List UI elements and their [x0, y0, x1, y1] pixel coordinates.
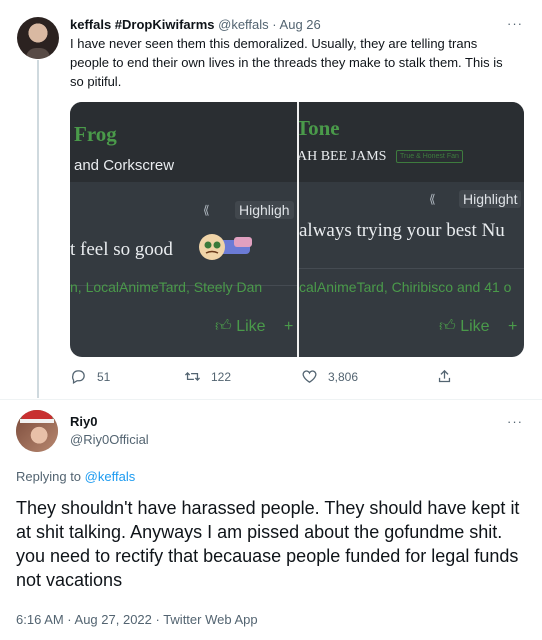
more-options-icon[interactable]: ···	[507, 414, 523, 429]
highlight-button: Highlight	[459, 190, 522, 208]
forum-post-text: always trying your best Nu	[299, 220, 505, 241]
reaction-list: n, LocalAnimeTard, Steely Dan	[70, 279, 263, 295]
tweet-divider	[0, 399, 542, 400]
forum-user-title: AH BEE JAMS	[299, 149, 387, 164]
highlight-button: Highligh	[235, 201, 294, 219]
forum-header-band	[299, 102, 524, 182]
tweet-text: I have never seen them this demoralized.…	[70, 36, 503, 89]
like-label: Like	[460, 318, 490, 335]
reply-icon	[72, 370, 85, 385]
first-tweet: keffals #DropKiwifarms @keffals · Aug 26…	[0, 0, 542, 400]
like-count: 3,806	[328, 369, 359, 384]
user-handle[interactable]: @Riy0Official	[70, 432, 149, 447]
thumbs-up-icon: 👍︎	[215, 318, 232, 335]
forum-username: Frog	[74, 122, 117, 146]
display-name[interactable]: keffals #DropKiwifarms	[70, 17, 215, 32]
forum-user-title: and Corkscrew	[74, 157, 175, 174]
share-icon	[438, 369, 451, 383]
avatar-shirt	[26, 48, 50, 59]
more-options-icon[interactable]: ···	[507, 16, 523, 31]
heart-icon	[302, 370, 317, 383]
like-button[interactable]: 3,806	[301, 368, 358, 385]
header-separator: ·	[272, 17, 277, 32]
rewind-icon: ⟪	[429, 192, 436, 206]
retweet-icon	[184, 372, 201, 381]
replying-to-label: Replying to	[16, 469, 82, 484]
avatar[interactable]	[17, 17, 59, 59]
thumbs-up-icon: 👍︎	[439, 318, 456, 335]
media-image-left[interactable]: Frog and Corkscrew ⟪ Highligh t feel so …	[70, 102, 297, 357]
tweet-timestamp[interactable]: 6:16 AM · Aug 27, 2022 · Twitter Web App	[16, 612, 258, 627]
retweet-button[interactable]: 122	[184, 368, 231, 385]
replying-to: Replying to @keffals	[16, 469, 135, 484]
tweet-text: They shouldn't have harassed people. The…	[16, 498, 520, 590]
plus-icon: +	[508, 318, 518, 335]
display-name[interactable]: Riy0	[70, 414, 97, 429]
tweet-date[interactable]: Aug 26	[280, 17, 321, 32]
reply-count: 51	[97, 369, 111, 384]
forum-username: Tone	[299, 116, 340, 140]
crying-emoji-icon	[199, 234, 252, 260]
reaction-list: calAnimeTard, Chiribisco and 41 o	[299, 279, 512, 295]
user-badge: True & Honest Fan	[396, 150, 463, 163]
share-button[interactable]	[436, 368, 453, 385]
avatar[interactable]	[16, 410, 58, 452]
media-image-right[interactable]: Tone AH BEE JAMS True & Honest Fan ⟪ Hig…	[299, 102, 524, 357]
rewind-icon: ⟪	[203, 203, 210, 217]
tweet-header: keffals #DropKiwifarms @keffals · Aug 26	[70, 16, 321, 34]
plus-icon: +	[284, 318, 294, 335]
tweet-media[interactable]: Frog and Corkscrew ⟪ Highligh t feel so …	[70, 102, 524, 357]
post-separator	[299, 268, 524, 269]
forum-post-text: t feel so good	[70, 239, 173, 260]
avatar-hat-band	[20, 419, 54, 423]
user-handle[interactable]: @keffals	[218, 17, 269, 32]
like-row: 👍︎ Like +	[215, 317, 293, 336]
like-row: 👍︎ Like +	[439, 317, 517, 336]
thread-connector-line	[37, 60, 39, 398]
replying-to-handle[interactable]: @keffals	[85, 469, 136, 484]
tweet-actions: 51 122 3,806	[70, 368, 460, 390]
reply-button[interactable]: 51	[70, 368, 110, 385]
retweet-count: 122	[211, 369, 232, 384]
like-label: Like	[236, 318, 266, 335]
